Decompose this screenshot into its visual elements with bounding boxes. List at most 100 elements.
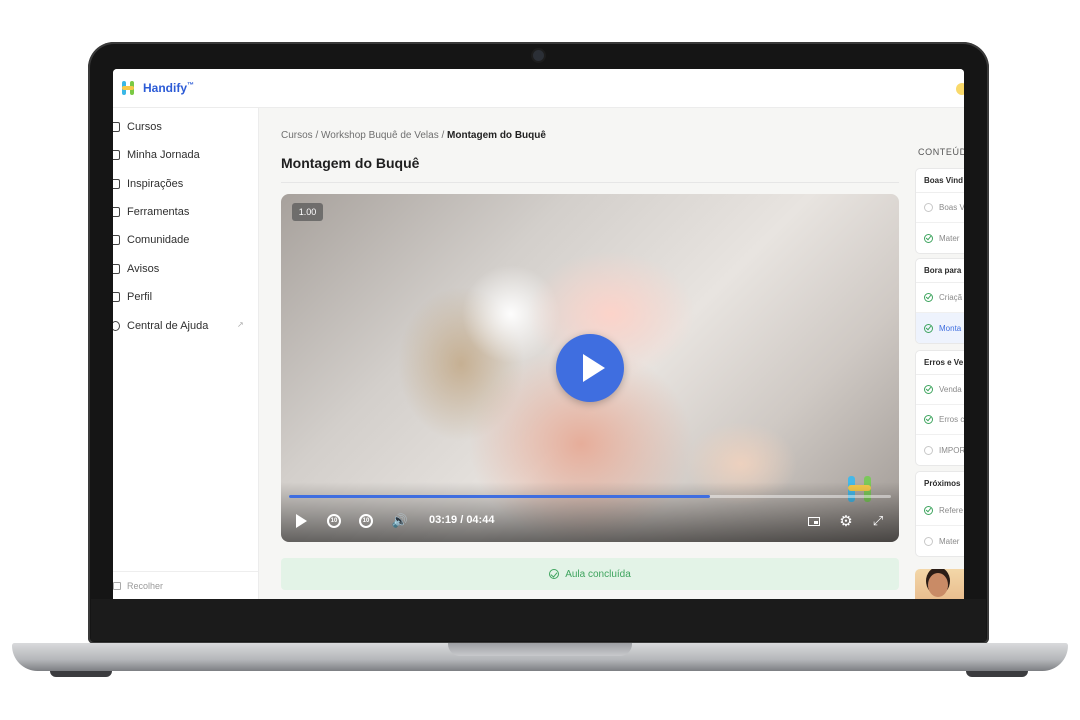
book-icon bbox=[113, 179, 120, 189]
collapse-icon bbox=[113, 581, 121, 590]
instructor-avatar[interactable] bbox=[915, 569, 964, 599]
breadcrumb-course[interactable]: Workshop Buquê de Velas bbox=[321, 130, 439, 141]
app-name: Handify bbox=[143, 81, 188, 95]
breadcrumb: Cursos / Workshop Buquê de Velas / Monta… bbox=[281, 130, 546, 141]
volume-icon[interactable]: 🔊 bbox=[389, 512, 411, 530]
sidebar-item-label: Avisos bbox=[127, 263, 160, 275]
lesson-label: Mater bbox=[939, 536, 960, 546]
user-avatar-dot[interactable] bbox=[956, 83, 964, 95]
duration: / 04:44 bbox=[460, 514, 495, 526]
settings-button[interactable]: ⚙ bbox=[837, 512, 855, 530]
module-card: Boas Vind Boas V Mater bbox=[915, 168, 964, 254]
external-link-icon: ↗ bbox=[237, 320, 244, 329]
forward-icon: 10 bbox=[359, 514, 373, 528]
sidebar-item-perfil[interactable]: Perfil bbox=[113, 287, 152, 307]
lesson-item[interactable]: Refere bbox=[916, 496, 964, 526]
chat-icon bbox=[113, 235, 120, 245]
sidebar-item-minha-jornada[interactable]: Minha Jornada bbox=[113, 145, 200, 165]
home-icon bbox=[113, 122, 120, 132]
module-card: Erros e Ve Venda Erros c IMPOR bbox=[915, 350, 964, 466]
module-title[interactable]: Próximos bbox=[916, 472, 964, 496]
breadcrumb-root[interactable]: Cursos bbox=[281, 130, 313, 141]
lesson-item[interactable]: Criaçã bbox=[916, 283, 964, 313]
gear-icon: ⚙ bbox=[839, 513, 853, 530]
collapse-sidebar-button[interactable]: Recolher bbox=[113, 571, 258, 599]
module-title[interactable]: Erros e Ve bbox=[916, 351, 964, 375]
lesson-label: Venda bbox=[939, 385, 962, 394]
play-button[interactable] bbox=[293, 512, 309, 530]
sidebar-item-cursos[interactable]: Cursos bbox=[113, 117, 162, 137]
lesson-item[interactable]: Mater bbox=[916, 223, 964, 253]
laptop-notch bbox=[448, 643, 632, 656]
module-title[interactable]: Boas Vind bbox=[916, 169, 964, 193]
sidebar-item-label: Central de Ajuda bbox=[127, 320, 209, 332]
picture-in-picture-button[interactable] bbox=[806, 512, 822, 530]
sidebar-item-label: Comunidade bbox=[127, 234, 190, 246]
laptop-foot-right bbox=[966, 671, 1028, 677]
check-circle-icon bbox=[549, 569, 560, 579]
laptop-mockup: Handify™ Cursos Minha Jornada Inspiraçõe… bbox=[0, 0, 1080, 720]
sidebar-item-avisos[interactable]: Avisos bbox=[113, 259, 159, 279]
fullscreen-button[interactable]: ⤢ bbox=[869, 512, 887, 530]
trademark: ™ bbox=[187, 82, 195, 89]
check-circle-icon bbox=[924, 506, 933, 515]
sidebar-item-label: Inspirações bbox=[127, 178, 184, 190]
lesson-completed-button[interactable]: Aula concluída bbox=[281, 558, 899, 590]
expand-icon: ⤢ bbox=[872, 513, 884, 528]
app-screen: Handify™ Cursos Minha Jornada Inspiraçõe… bbox=[113, 69, 964, 599]
forward-10-button[interactable]: 10 bbox=[357, 512, 375, 530]
breadcrumb-current: Montagem do Buquê bbox=[447, 130, 546, 141]
logo-icon bbox=[121, 80, 135, 96]
laptop-chin bbox=[91, 599, 986, 641]
sidebar-item-label: Perfil bbox=[127, 291, 153, 303]
check-circle-icon bbox=[924, 323, 933, 333]
title-divider bbox=[281, 182, 899, 183]
breadcrumb-separator: / bbox=[315, 130, 319, 141]
module-title[interactable]: Bora para bbox=[916, 259, 964, 283]
award-icon bbox=[113, 264, 120, 274]
sidebar-item-label: Cursos bbox=[127, 121, 162, 133]
avatar-face bbox=[928, 573, 948, 597]
lesson-item[interactable]: IMPOR bbox=[916, 435, 964, 465]
circle-icon bbox=[924, 445, 933, 455]
lesson-label: IMPOR bbox=[939, 445, 964, 455]
sidebar: Cursos Minha Jornada Inspirações Ferrame… bbox=[113, 108, 259, 599]
pip-icon bbox=[808, 516, 820, 526]
video-player[interactable]: 1.00 10 10 🔊 03:19 / 04:44 ⚙ ⤢ bbox=[281, 194, 899, 542]
help-icon bbox=[113, 321, 120, 331]
lesson-item[interactable]: Erros c bbox=[916, 405, 964, 435]
play-overlay-button[interactable] bbox=[556, 334, 624, 402]
sidebar-item-label: Minha Jornada bbox=[127, 149, 200, 161]
lesson-item[interactable]: Boas V bbox=[916, 193, 964, 223]
laptop-foot-left bbox=[50, 671, 112, 677]
app-logo[interactable]: Handify™ bbox=[121, 80, 194, 96]
lesson-item[interactable]: Mater bbox=[916, 526, 964, 556]
sidebar-item-label: Ferramentas bbox=[127, 206, 190, 218]
lesson-label: Boas V bbox=[939, 203, 964, 212]
lesson-item-active[interactable]: Monta bbox=[916, 313, 964, 343]
module-card: Bora para Criaçã Monta bbox=[915, 258, 964, 344]
collapse-label: Recolher bbox=[127, 580, 164, 591]
webcam bbox=[533, 50, 544, 61]
user-icon bbox=[113, 292, 120, 302]
grid-icon bbox=[113, 150, 120, 160]
sidebar-item-central-de-ajuda[interactable]: Central de Ajuda bbox=[113, 316, 208, 336]
top-bar: Handify™ bbox=[113, 69, 964, 108]
completed-label: Aula concluída bbox=[565, 568, 631, 580]
course-content-panel: CONTEÚD Boas Vind Boas V Mater Bora para… bbox=[914, 108, 964, 599]
sidebar-item-ferramentas[interactable]: Ferramentas bbox=[113, 202, 189, 222]
main-content: Cursos / Workshop Buquê de Velas / Monta… bbox=[259, 108, 964, 599]
sidebar-item-comunidade[interactable]: Comunidade bbox=[113, 230, 189, 250]
current-time: 03:19 bbox=[429, 514, 458, 526]
progress-bar[interactable] bbox=[289, 495, 891, 498]
lesson-item[interactable]: Venda bbox=[916, 375, 964, 405]
lesson-label: Monta bbox=[939, 323, 962, 333]
progress-fill bbox=[289, 495, 711, 498]
playback-speed[interactable]: 1.00 bbox=[292, 203, 323, 221]
sidebar-item-inspiracoes[interactable]: Inspirações bbox=[113, 174, 183, 194]
breadcrumb-separator: / bbox=[441, 130, 445, 141]
check-circle-icon bbox=[924, 415, 933, 424]
rewind-10-button[interactable]: 10 bbox=[325, 512, 343, 530]
lesson-label: Mater bbox=[939, 233, 960, 243]
check-circle-icon bbox=[924, 293, 933, 302]
